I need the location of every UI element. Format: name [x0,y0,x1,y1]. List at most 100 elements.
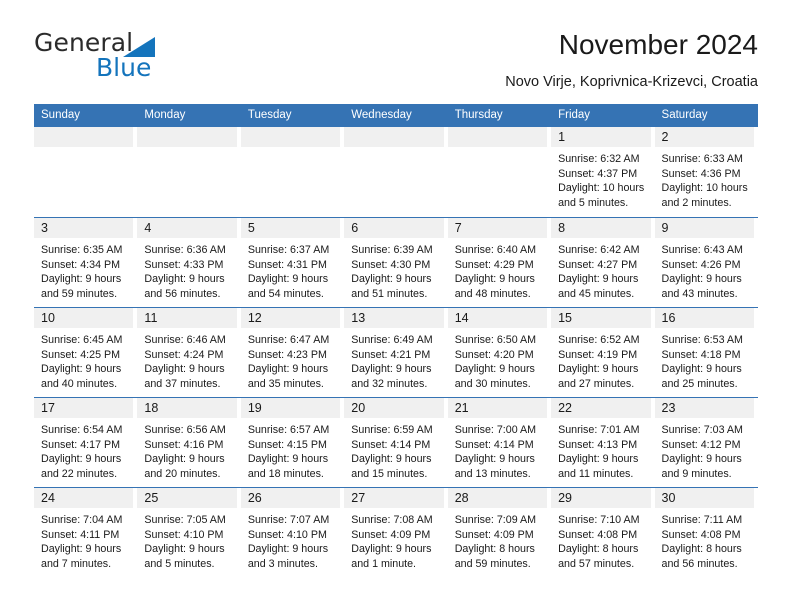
day-sun-info: Sunrise: 6:35 AM Sunset: 4:34 PM Daylight:… [34,238,133,301]
day-number: 20 [344,398,444,418]
weekday-header-row: Sunday Monday Tuesday Wednesday Thursday Frid… [34,104,758,127]
day-info-line: Daylight: 9 hours [454,363,535,376]
calendar-day-cell[interactable]: 24 Sunrise: 7:04 AM Sunset: 4:11 PM Dayligh… [34,488,138,577]
day-number [447,127,548,147]
day-sun-info: Sunrise: 7:11 AM Sunset: 4:08 PM Daylight:… [655,508,754,571]
day-number: 16 [654,308,754,328]
calendar-day-cell[interactable]: 8 Sunrise: 6:42 AM Sunset: 4:27 PM Daylight… [551,218,655,307]
calendar-cell-empty [447,127,552,217]
calendar-day-cell[interactable]: 18 Sunrise: 6:56 AM Sunset: 4:16 PM Dayligh… [137,398,241,487]
day-info-line: Sunrise: 6:35 AM [41,244,123,256]
day-info-line: Sunrise: 7:10 AM [558,514,640,526]
day-info-line: Sunset: 4:15 PM [247,438,327,451]
day-info-line: Sunrise: 6:43 AM [661,244,743,256]
day-number: 29 [551,488,651,508]
day-info-line: Daylight: 9 hours [144,273,225,286]
day-number: 10 [34,308,134,328]
day-number: 14 [447,308,548,328]
calendar-cell-empty [240,127,345,217]
day-info-line: Sunset: 4:13 PM [558,438,638,451]
day-info-line: Sunset: 4:34 PM [41,258,121,271]
day-info-line: and 15 minutes. [351,467,428,480]
calendar-day-cell[interactable]: 30 Sunrise: 7:11 AM Sunset: 4:08 PM Dayligh… [654,488,758,577]
calendar-day-cell[interactable]: 20 Sunrise: 6:59 AM Sunset: 4:14 PM Dayligh… [344,398,448,487]
day-info-line: Daylight: 10 hours [558,182,645,195]
day-info-line: Daylight: 9 hours [558,273,639,286]
calendar-day-cell[interactable]: 4 Sunrise: 6:36 AM Sunset: 4:33 PM Daylight… [137,218,241,307]
calendar-day-cell[interactable]: 1 Sunrise: 6:32 AM Sunset: 4:37 PM Daylight… [551,127,655,217]
calendar-day-cell[interactable]: 12 Sunrise: 6:47 AM Sunset: 4:23 PM Dayligh… [240,308,345,397]
weekday-header-friday: Friday [558,109,591,121]
day-info-line: and 40 minutes. [41,377,118,390]
day-number: 11 [137,308,237,328]
day-info-line: Sunset: 4:31 PM [247,258,327,271]
calendar-day-cell[interactable]: 23 Sunrise: 7:03 AM Sunset: 4:12 PM Dayligh… [654,398,758,487]
day-info-line: and 56 minutes. [144,287,221,300]
calendar-day-cell[interactable]: 21 Sunrise: 7:00 AM Sunset: 4:14 PM Dayligh… [447,398,552,487]
day-number: 1 [551,127,651,147]
brand-logo[interactable]: General Blue [34,28,254,86]
calendar-day-cell[interactable]: 9 Sunrise: 6:43 AM Sunset: 4:26 PM Daylight… [654,218,758,307]
calendar-day-cell[interactable]: 25 Sunrise: 7:05 AM Sunset: 4:10 PM Dayligh… [137,488,241,577]
day-info-line: Sunrise: 7:09 AM [454,514,537,526]
day-sun-info: Sunrise: 6:36 AM Sunset: 4:33 PM Daylight:… [137,238,236,301]
calendar-day-cell[interactable]: 7 Sunrise: 6:40 AM Sunset: 4:29 PM Daylight… [447,218,552,307]
weekday-header-saturday: Saturday [661,109,708,121]
calendar-day-cell[interactable]: 10 Sunrise: 6:45 AM Sunset: 4:25 PM Dayligh… [34,308,138,397]
day-info-line: Sunset: 4:21 PM [351,348,431,361]
calendar-day-cell[interactable]: 28 Sunrise: 7:09 AM Sunset: 4:09 PM Dayligh… [447,488,552,577]
day-info-line: Sunset: 4:14 PM [351,438,431,451]
day-number: 15 [551,308,651,328]
calendar-day-cell[interactable]: 11 Sunrise: 6:46 AM Sunset: 4:24 PM Dayligh… [137,308,241,397]
day-info-line: and 5 minutes. [144,557,215,570]
day-info-line: Daylight: 9 hours [351,273,432,286]
day-info-line: Sunrise: 7:03 AM [661,424,743,436]
calendar-day-cell[interactable]: 13 Sunrise: 6:49 AM Sunset: 4:21 PM Dayligh… [344,308,448,397]
calendar-day-cell[interactable]: 3 Sunrise: 6:35 AM Sunset: 4:34 PM Daylight… [34,218,138,307]
day-info-line: Daylight: 9 hours [454,273,535,286]
day-info-line: Sunset: 4:12 PM [661,438,741,451]
day-info-line: Sunset: 4:36 PM [661,167,741,180]
page-subtitle: Novo Virje, Koprivnica-Krizevci, Croatia [505,74,758,90]
calendar-day-cell[interactable]: 14 Sunrise: 6:50 AM Sunset: 4:20 PM Dayligh… [447,308,552,397]
calendar-day-cell[interactable]: 5 Sunrise: 6:37 AM Sunset: 4:31 PM Daylight… [240,218,345,307]
calendar-day-cell[interactable]: 17 Sunrise: 6:54 AM Sunset: 4:17 PM Dayligh… [34,398,138,487]
day-number: 18 [137,398,237,418]
day-info-line: Sunrise: 6:36 AM [144,244,226,256]
calendar-day-cell[interactable]: 6 Sunrise: 6:39 AM Sunset: 4:30 PM Daylight… [344,218,448,307]
calendar-day-cell[interactable]: 22 Sunrise: 7:01 AM Sunset: 4:13 PM Dayligh… [551,398,655,487]
day-info-line: Sunset: 4:08 PM [661,528,741,541]
day-number: 25 [137,488,237,508]
day-number: 28 [447,488,548,508]
day-number: 4 [137,218,237,238]
day-info-line: and 59 minutes. [454,557,531,570]
calendar-day-cell[interactable]: 19 Sunrise: 6:57 AM Sunset: 4:15 PM Dayligh… [240,398,345,487]
day-info-line: Sunset: 4:19 PM [558,348,638,361]
day-sun-info: Sunrise: 7:01 AM Sunset: 4:13 PM Daylight:… [551,418,650,481]
calendar-day-cell[interactable]: 2 Sunrise: 6:33 AM Sunset: 4:36 PM Daylight… [654,127,758,217]
day-info-line: Sunrise: 7:05 AM [144,514,226,526]
day-info-line: and 11 minutes. [558,467,634,480]
calendar-day-cell[interactable]: 26 Sunrise: 7:07 AM Sunset: 4:10 PM Dayligh… [240,488,345,577]
page-title: November 2024 [558,29,758,60]
calendar-day-cell[interactable]: 16 Sunrise: 6:53 AM Sunset: 4:18 PM Dayligh… [654,308,758,397]
day-info-line: Sunrise: 6:45 AM [41,334,123,346]
day-sun-info: Sunrise: 6:52 AM Sunset: 4:19 PM Daylight:… [551,328,650,391]
calendar-cell-empty [137,127,241,217]
calendar-day-cell[interactable]: 29 Sunrise: 7:10 AM Sunset: 4:08 PM Dayligh… [551,488,655,577]
day-info-line: and 37 minutes. [144,377,221,390]
day-info-line: and 7 minutes. [41,557,112,570]
calendar-day-cell[interactable]: 27 Sunrise: 7:08 AM Sunset: 4:09 PM Dayligh… [344,488,448,577]
calendar-day-cell[interactable]: 15 Sunrise: 6:52 AM Sunset: 4:19 PM Dayligh… [551,308,655,397]
day-number: 17 [34,398,134,418]
day-info-line: Sunset: 4:23 PM [247,348,327,361]
day-info-line: Sunrise: 7:00 AM [454,424,537,436]
day-number: 22 [551,398,651,418]
day-info-line: Sunrise: 6:56 AM [144,424,226,436]
day-info-line: Daylight: 9 hours [41,453,122,466]
day-info-line: Sunrise: 7:04 AM [41,514,123,526]
day-info-line: Sunset: 4:17 PM [41,438,121,451]
day-info-line: Sunrise: 6:49 AM [351,334,433,346]
day-info-line: Sunrise: 6:33 AM [661,153,743,165]
calendar-week-row: 10 Sunrise: 6:45 AM Sunset: 4:25 PM Dayligh… [34,307,758,397]
